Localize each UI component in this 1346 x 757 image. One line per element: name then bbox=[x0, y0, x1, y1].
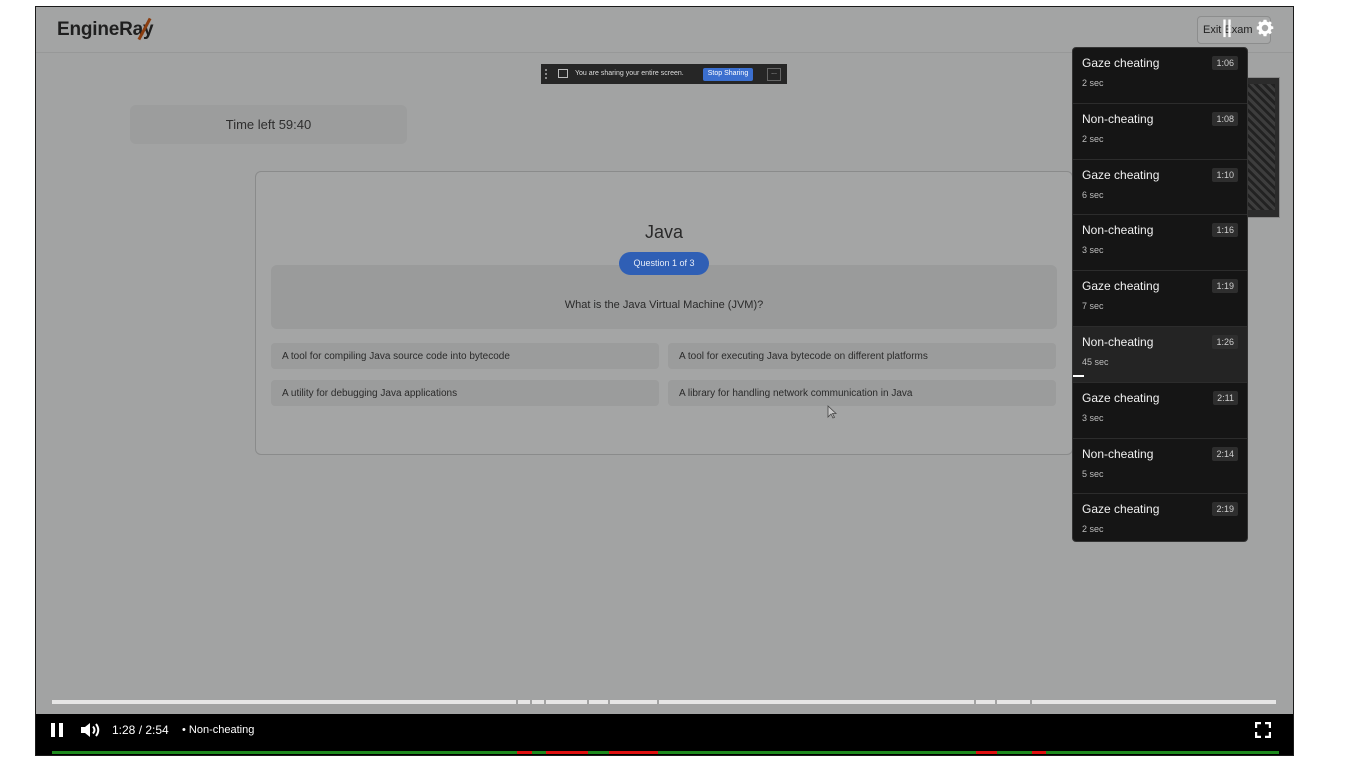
chapter-item[interactable]: Non-cheating 1:16 3 sec bbox=[1073, 215, 1247, 272]
chapter-divider bbox=[544, 700, 547, 704]
chapter-item[interactable]: Non-cheating 1:26 45 sec bbox=[1073, 326, 1247, 383]
chapter-divider bbox=[516, 700, 519, 704]
cheating-segment bbox=[517, 751, 532, 754]
chapter-item[interactable]: Gaze cheating 2:11 3 sec bbox=[1073, 383, 1247, 439]
quiz-title: Java bbox=[644, 222, 684, 242]
chapter-item[interactable]: Gaze cheating 1:19 7 sec bbox=[1073, 271, 1247, 327]
cheating-segment bbox=[609, 751, 659, 754]
drag-handle[interactable] bbox=[545, 69, 547, 79]
chapter-duration: 2 sec bbox=[1082, 524, 1104, 535]
chapter-title: Non-cheating bbox=[1082, 446, 1154, 461]
chapter-strip[interactable] bbox=[52, 700, 1276, 704]
chapter-title: Non-cheating bbox=[1082, 111, 1154, 126]
share-message: You are sharing your entire screen. bbox=[575, 70, 684, 77]
chapter-item[interactable]: Non-cheating 1:08 2 sec bbox=[1073, 104, 1247, 160]
chapter-title: Gaze cheating bbox=[1082, 390, 1160, 405]
chapter-divider bbox=[607, 700, 610, 704]
player-controls: 1:28 / 2:54 • Non-cheating bbox=[36, 714, 1293, 755]
chapter-duration: 2 sec bbox=[1082, 133, 1104, 144]
chapter-item[interactable]: Gaze cheating 1:06 2 sec bbox=[1073, 48, 1247, 104]
chapter-title: Gaze cheating bbox=[1082, 56, 1160, 70]
playback-time: 1:28 / 2:54 bbox=[112, 723, 169, 737]
chapter-duration: 6 sec bbox=[1082, 189, 1104, 200]
chapter-item[interactable]: Non-cheating 2:14 5 sec bbox=[1073, 439, 1247, 495]
chapter-item[interactable]: Gaze cheating 1:10 6 sec bbox=[1073, 160, 1247, 216]
share-screen-icon bbox=[558, 69, 568, 78]
chapter-timestamp: 1:26 bbox=[1212, 334, 1238, 349]
stop-sharing-button[interactable]: Stop Sharing bbox=[703, 68, 753, 81]
answer-option[interactable]: A utility for debugging Java application… bbox=[271, 380, 659, 406]
chapter-divider bbox=[1029, 700, 1032, 704]
chapter-divider bbox=[530, 700, 533, 704]
chapter-timestamp: 1:19 bbox=[1212, 279, 1238, 294]
chapter-duration: 7 sec bbox=[1082, 301, 1104, 312]
screen-share-bar: You are sharing your entire screen. Stop… bbox=[541, 64, 787, 84]
chapter-title: Gaze cheating bbox=[1082, 502, 1160, 517]
cheating-segment bbox=[1032, 751, 1047, 754]
chapter-timestamp: 1:08 bbox=[1212, 111, 1238, 126]
mouse-cursor-icon bbox=[827, 405, 837, 419]
chapter-duration: 3 sec bbox=[1082, 412, 1104, 423]
gear-icon[interactable] bbox=[1254, 17, 1276, 39]
chapter-duration: 3 sec bbox=[1082, 245, 1104, 256]
chapter-timestamp: 1:06 bbox=[1212, 56, 1238, 70]
chapter-duration: 45 sec bbox=[1082, 356, 1109, 367]
chapter-title: Gaze cheating bbox=[1082, 167, 1160, 182]
answer-option[interactable]: A tool for executing Java bytecode on di… bbox=[668, 343, 1056, 369]
cheating-segment bbox=[545, 751, 588, 754]
chapter-title: Gaze cheating bbox=[1082, 279, 1160, 294]
progress-bar[interactable] bbox=[52, 751, 1279, 754]
chapter-title: Non-cheating bbox=[1082, 223, 1154, 238]
chapter-duration: 5 sec bbox=[1082, 468, 1104, 479]
fullscreen-icon[interactable] bbox=[1255, 722, 1271, 738]
chapter-item[interactable]: Gaze cheating 2:19 2 sec bbox=[1073, 494, 1247, 541]
quiz-card: Java What is the Java Virtual Machine (J… bbox=[255, 171, 1073, 455]
chapter-timestamp: 1:10 bbox=[1212, 167, 1238, 182]
current-chapter-marker bbox=[1073, 375, 1084, 377]
chapter-divider bbox=[994, 700, 997, 704]
chapter-timestamp: 2:14 bbox=[1212, 446, 1238, 461]
volume-icon[interactable] bbox=[80, 722, 102, 738]
video-player[interactable]: EngineRay Exit Exam || You are sharing y… bbox=[35, 6, 1294, 756]
chapters-menu: Gaze cheating 1:06 2 sec Non-cheating 1:08 2 … bbox=[1072, 47, 1248, 542]
chapter-divider bbox=[973, 700, 976, 704]
answer-option[interactable]: A library for handling network communica… bbox=[668, 380, 1056, 406]
chapter-timestamp: 1:16 bbox=[1212, 223, 1238, 238]
chapter-divider bbox=[656, 700, 659, 704]
current-chapter-label[interactable]: • Non-cheating bbox=[182, 724, 254, 736]
cheating-segment bbox=[975, 751, 997, 754]
chapter-title: Non-cheating bbox=[1082, 334, 1154, 349]
chapter-timestamp: 2:11 bbox=[1213, 390, 1238, 405]
pause-icon[interactable] bbox=[50, 723, 64, 737]
chapter-duration: 2 sec bbox=[1082, 78, 1104, 88]
answer-option[interactable]: A tool for compiling Java source code in… bbox=[271, 343, 659, 369]
chapter-divider bbox=[586, 700, 589, 704]
question-counter-badge: Question 1 of 3 bbox=[619, 252, 709, 275]
captions-icon[interactable]: || bbox=[1222, 17, 1232, 38]
exam-timer: Time left 59:40 bbox=[130, 105, 407, 144]
chapter-timestamp: 2:19 bbox=[1212, 502, 1238, 517]
share-more-button[interactable]: ... bbox=[767, 68, 781, 81]
